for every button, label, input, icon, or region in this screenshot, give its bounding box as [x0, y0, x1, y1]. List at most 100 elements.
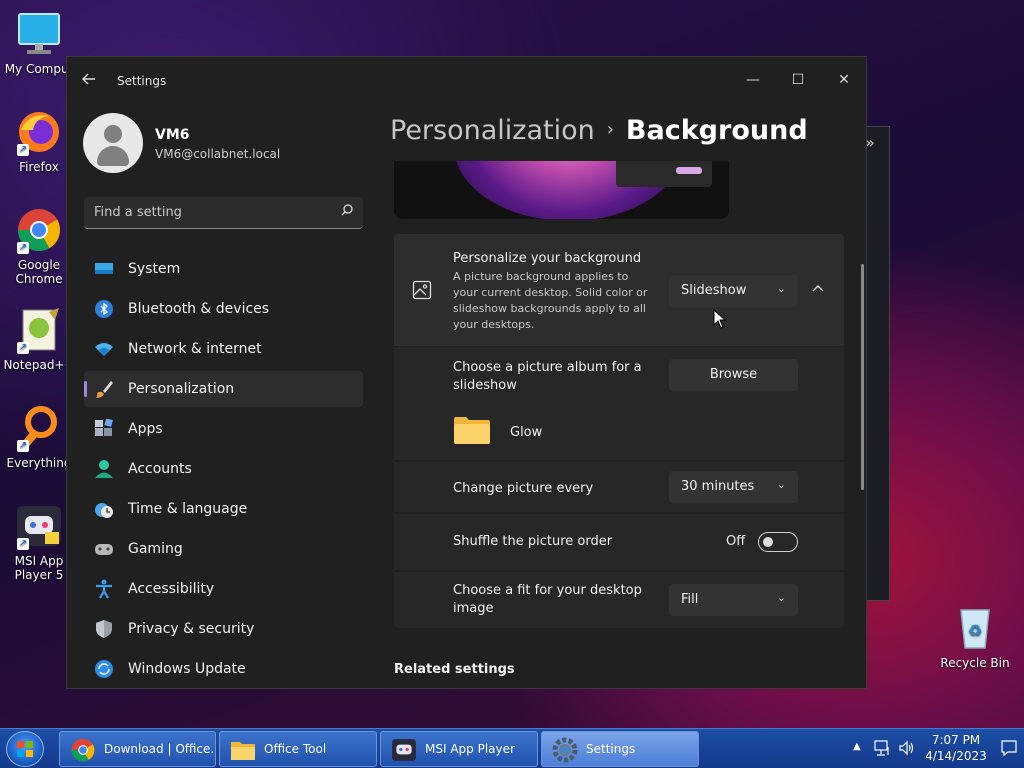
desktop-icon-label: MSI App Player 5	[14, 554, 64, 582]
user-profile[interactable]: VM6 VM6@collabnet.local	[83, 113, 363, 177]
desktop-icon-recycle-bin[interactable]: ♻ Recycle Bin	[936, 604, 1014, 670]
avatar	[83, 113, 143, 173]
sidebar-item-label: Apps	[128, 421, 163, 437]
sidebar-item-personalization[interactable]: Personalization	[84, 371, 363, 407]
picture-icon	[412, 280, 432, 304]
sidebar-item-accessibility[interactable]: Accessibility	[84, 571, 363, 607]
taskbar-button-msi-app-player[interactable]: MSI App Player	[380, 731, 538, 767]
sidebar-item-privacy-security[interactable]: Privacy & security	[84, 611, 363, 647]
shuffle-state-label: Off	[726, 534, 746, 549]
personalize-title: Personalize your background	[453, 251, 642, 266]
clock-globe-icon	[94, 499, 114, 519]
change-picture-title: Change picture every	[453, 481, 594, 496]
chevron-down-icon: ⌄	[776, 478, 786, 491]
firefox-icon: ↗	[15, 108, 63, 156]
sidebar-item-bluetooth[interactable]: Bluetooth & devices	[84, 291, 363, 327]
taskbar: Download | Office... Office Tool MSI App…	[0, 728, 1024, 768]
scrollbar[interactable]	[861, 264, 864, 490]
search-box[interactable]	[84, 197, 363, 229]
album-title: Choose a picture album for a slideshow	[453, 360, 642, 393]
search-input[interactable]	[84, 197, 324, 228]
taskbar-button-label: MSI App Player	[425, 742, 515, 756]
folder-icon	[230, 737, 256, 763]
settings-window: Settings — ☐ ✕ VM6 VM6@collabnet.local S…	[66, 56, 867, 689]
sidebar-item-time-language[interactable]: Time & language	[84, 491, 363, 527]
desktop-icon-label: Everything	[6, 456, 72, 470]
monitor-icon	[15, 10, 63, 58]
sidebar-item-label: Windows Update	[128, 661, 246, 677]
chrome-icon	[70, 737, 96, 763]
paintbrush-icon	[94, 379, 114, 399]
change-interval-value: 30 minutes	[681, 479, 755, 494]
shield-icon	[94, 619, 114, 639]
change-interval-dropdown[interactable]: 30 minutes ⌄	[669, 471, 798, 503]
taskbar-button-office-tool[interactable]: Office Tool	[219, 731, 377, 767]
breadcrumb-separator: ›	[606, 119, 614, 140]
background-type-value: Slideshow	[681, 283, 747, 298]
sidebar-item-windows-update[interactable]: Windows Update	[84, 651, 363, 687]
browse-button[interactable]: Browse	[669, 359, 798, 391]
background-type-dropdown[interactable]: Slideshow ⌄	[669, 275, 798, 307]
sidebar-item-label: Privacy & security	[128, 621, 255, 637]
show-hidden-icons-icon[interactable]: ▲	[853, 741, 861, 752]
sidebar-item-system[interactable]: System	[84, 251, 363, 287]
volume-icon[interactable]	[898, 739, 916, 760]
picture-album-card: Choose a picture album for a slideshow B…	[394, 347, 844, 460]
sidebar-item-network[interactable]: Network & internet	[84, 331, 363, 367]
chevron-up-icon[interactable]	[812, 280, 824, 296]
recycle-bin-icon: ♻	[951, 604, 999, 652]
everything-search-icon: ↗	[15, 404, 63, 452]
breadcrumb: Personalization › Background	[390, 115, 808, 146]
sidebar-item-accounts[interactable]: Accounts	[84, 451, 363, 487]
clock[interactable]: 7:07 PM 4/14/2023	[920, 732, 992, 764]
sidebar-item-label: Personalization	[128, 381, 235, 397]
change-picture-card: Change picture every 30 minutes ⌄	[394, 462, 844, 512]
personalize-background-card[interactable]: Personalize your background A picture ba…	[394, 234, 844, 346]
page-title: Background	[625, 115, 808, 146]
related-settings-heading: Related settings	[394, 662, 515, 677]
taskbar-button-settings[interactable]: Settings	[541, 731, 699, 767]
sidebar-item-apps[interactable]: Apps	[84, 411, 363, 447]
svg-text:♻: ♻	[968, 621, 982, 640]
clock-time: 7:07 PM	[931, 733, 981, 747]
fit-dropdown[interactable]: Fill ⌄	[669, 584, 798, 616]
taskbar-button-chrome[interactable]: Download | Office...	[59, 731, 216, 767]
search-icon[interactable]	[341, 204, 353, 220]
mouse-cursor-icon	[713, 308, 727, 329]
breadcrumb-parent[interactable]: Personalization	[390, 115, 595, 146]
accounts-icon	[94, 459, 114, 479]
fit-title: Choose a fit for your desktop image	[453, 583, 642, 616]
clock-date: 4/14/2023	[925, 749, 987, 763]
user-name: VM6	[155, 127, 190, 143]
sidebar-item-label: Bluetooth & devices	[128, 301, 270, 317]
back-arrow-icon[interactable]	[81, 71, 101, 91]
sidebar-item-label: Time & language	[128, 501, 248, 517]
settings-gear-icon	[552, 737, 578, 763]
chevron-down-icon: ⌄	[776, 591, 786, 604]
desktop-icon-label: Firefox	[19, 160, 59, 174]
msi-app-player-icon	[391, 737, 417, 763]
start-button[interactable]	[6, 731, 44, 767]
sidebar-nav: System Bluetooth & devices Network & int…	[84, 251, 363, 688]
desktop-icon-label: Google Chrome	[15, 258, 63, 286]
desktop-icon-label: Recycle Bin	[940, 656, 1010, 670]
desktop-icon-label: My Comput	[4, 62, 74, 76]
msi-app-player-icon: ↗	[15, 502, 63, 550]
sidebar-item-gaming[interactable]: Gaming	[84, 531, 363, 567]
chevron-down-icon: ⌄	[776, 282, 786, 295]
fit-card: Choose a fit for your desktop image Fill…	[394, 572, 844, 628]
close-button[interactable]: ✕	[829, 65, 859, 95]
shuffle-toggle[interactable]	[758, 532, 798, 552]
bluetooth-icon	[94, 299, 114, 319]
apps-icon	[94, 418, 114, 439]
notifications-icon[interactable]	[1000, 739, 1018, 760]
notepad-plus-plus-icon: ↗	[15, 306, 63, 354]
gamepad-icon	[94, 539, 114, 559]
minimize-button[interactable]: —	[738, 65, 768, 95]
update-icon	[94, 659, 114, 679]
chrome-icon: ↗	[15, 206, 63, 254]
sidebar-item-label: Accounts	[128, 461, 192, 477]
maximize-button[interactable]: ☐	[783, 65, 813, 95]
title-bar[interactable]: Settings — ☐ ✕	[67, 57, 866, 105]
network-icon[interactable]	[874, 739, 892, 760]
